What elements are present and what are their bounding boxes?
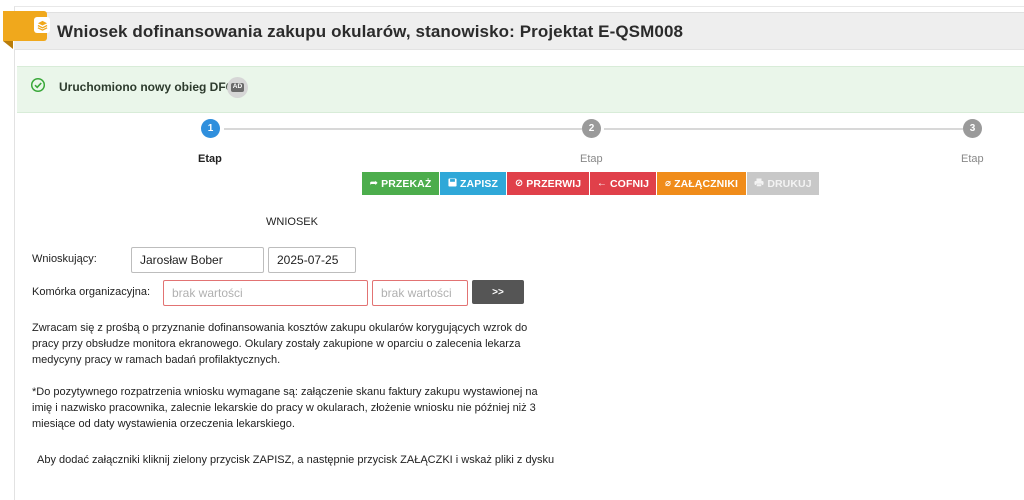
org-unit-field[interactable]: brak wartości [163,280,368,306]
interrupt-button[interactable]: ⊘ PRZERWIJ [507,172,589,195]
interrupt-button-label: PRZERWIJ [526,177,582,190]
date-field[interactable]: 2025-07-25 [268,247,356,273]
forward-button-label: PRZEKAŻ [381,177,432,190]
save-button-label: ZAPISZ [460,177,498,190]
step-3-circle[interactable]: 3 [963,119,982,138]
save-icon [448,177,457,190]
print-icon [754,178,764,190]
back-button[interactable]: ← COFNIJ [590,172,656,195]
request-text: Zwracam się z prośbą o przyznanie dofina… [32,320,592,368]
requirements-text: *Do pozytywnego rozpatrzenia wniosku wym… [32,384,612,432]
requirements-line: *Do pozytywnego rozpatrzenia wniosku wym… [32,386,538,398]
section-title: WNIOSEK [266,216,318,228]
org-unit-code-field[interactable]: brak wartości [372,280,468,306]
applicant-name-field[interactable]: Jarosław Bober [131,247,264,273]
back-button-label: COFNIJ [610,177,650,190]
page-title: Wniosek dofinansowania zakupu okularów, … [57,22,684,41]
applicant-label: Wnioskujący: [32,253,97,265]
forward-button[interactable]: ➦ PRZEKAŻ [362,172,439,195]
step-1-circle[interactable]: 1 [201,119,220,138]
attachment-hint: Aby dodać załączniki kliknij zielony prz… [37,454,555,466]
step-2-circle[interactable]: 2 [582,119,601,138]
step-1-label: Etap [198,153,222,165]
attachments-button-label: ZAŁĄCZNIKI [674,177,739,190]
request-line: medycyny pracy w ramach badań profilakty… [32,354,281,366]
step-connector-2 [604,128,963,130]
requirements-line: imię i nazwisko pracownika, zalecnie lek… [32,402,536,414]
select-org-unit-button[interactable]: >> [472,280,524,304]
org-unit-label: Komórka organizacyjna: [32,286,151,298]
requirements-line: miesiące od daty wystawienia orzeczenia … [32,418,295,430]
step-connector-1 [224,128,582,130]
check-circle-icon [30,77,46,93]
attachments-button[interactable]: ⌀ ZAŁĄCZNIKI [657,172,746,195]
request-line: pracy przy obsłudze monitora ekranowego.… [32,338,521,350]
arrow-left-icon: ← [596,177,607,189]
save-button[interactable]: ZAPISZ [440,172,506,195]
ban-icon: ⊘ [514,177,524,189]
step-3-label: Etap [961,153,984,165]
paperclip-icon: ⌀ [664,177,672,189]
layers-icon [34,17,50,33]
header-ribbon-fold [3,41,13,49]
share-icon: ➦ [369,177,379,189]
print-button[interactable]: DRUKUJ [747,172,819,195]
request-line: Zwracam się z prośbą o przyznanie dofina… [32,322,528,334]
alert-message: Uruchomiono nowy obieg DFC [59,80,235,94]
print-button-label: DRUKUJ [767,177,812,190]
ad-badge[interactable]: AD [227,77,248,98]
step-2-label: Etap [580,153,603,165]
ad-badge-label: AD [230,83,245,92]
